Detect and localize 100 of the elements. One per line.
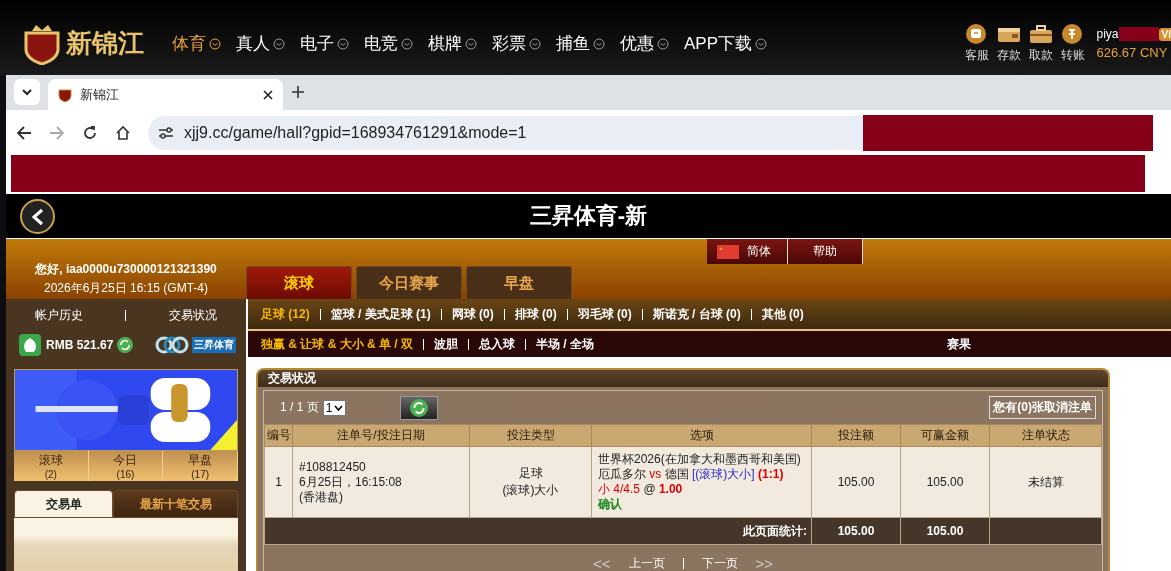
chevron-icon [401, 37, 413, 50]
table-cell: 105.00 [900, 446, 990, 518]
header-action[interactable]: 客服 [964, 23, 989, 64]
greeting: 您好, iaa0000u730000121321390 [35, 261, 217, 278]
sport-filter[interactable]: 羽毛球 (0) [577, 305, 632, 323]
sport-filter[interactable]: 排球 (0) [514, 305, 557, 323]
back-button[interactable] [16, 124, 32, 141]
header-action[interactable]: 取款 [1028, 23, 1053, 64]
page-title: 三昇体育-新 [529, 202, 648, 230]
home-icon [115, 124, 131, 141]
sidebar-tab[interactable]: 交易单 [14, 490, 113, 518]
market-count[interactable]: 滚球 (2) [14, 451, 89, 481]
cancelled-bets-button[interactable]: 您有(0)张取消注单 [989, 396, 1096, 419]
sport-filter[interactable]: 其他 (0) [761, 305, 804, 323]
nav-item[interactable]: 体育 [172, 32, 221, 55]
nav-item[interactable]: 真人 [236, 32, 285, 55]
nav-item[interactable]: 电竞 [364, 32, 413, 55]
table-cell: 未结算 [989, 446, 1102, 518]
sport-filter[interactable]: 斯诺克 / 台球 (0) [652, 305, 741, 323]
sidebar-tab[interactable]: 最新十笔交易 [113, 490, 238, 518]
total-label: 此页面统计: [264, 517, 812, 545]
close-icon[interactable] [263, 89, 273, 100]
nav-item[interactable]: 电子 [300, 32, 349, 55]
chevron-icon [21, 86, 33, 98]
help-button[interactable]: 帮助 [788, 239, 863, 264]
total-cell: 105.00 [900, 517, 990, 545]
column-header: 选项 [591, 424, 812, 447]
site-settings-icon[interactable] [158, 125, 174, 140]
sport-filter[interactable]: 篮球 / 美式足球 (1) [330, 305, 431, 323]
logo-text: 新锦江 [66, 27, 144, 60]
column-header: 注单号/投注日期 [292, 424, 470, 447]
market-tab[interactable]: 今日赛事 [356, 266, 462, 299]
page-info: 1 / 1 页 [280, 399, 319, 416]
total-cell: 105.00 [811, 517, 901, 545]
sidebar-link[interactable]: 帐户历史 [35, 306, 84, 324]
header-action[interactable]: 转账 [1060, 23, 1085, 64]
briefcase-icon [1028, 23, 1053, 45]
browser-tab[interactable]: 新锦江 [48, 79, 283, 110]
rings-icon [155, 336, 189, 354]
username: piya [1096, 27, 1119, 41]
back-button[interactable] [20, 199, 55, 234]
header-action[interactable]: 存款 [996, 23, 1021, 64]
market-tab[interactable]: 早盘 [466, 266, 572, 299]
chevron-icon [273, 37, 285, 50]
column-header: 编号 [264, 424, 293, 447]
shield-icon [58, 87, 72, 102]
page-select[interactable]: 1 [322, 399, 347, 416]
language-button[interactable]: 简体 [707, 239, 788, 264]
brand-name: 三昇体育 [192, 337, 236, 353]
prev-page-button[interactable]: 上一页 [628, 555, 665, 571]
chevron-icon [209, 37, 221, 50]
nav-item[interactable]: APP下载 [684, 32, 768, 55]
column-header: 投注额 [811, 424, 901, 447]
bet-type-filter[interactable]: 独赢 & 让球 & 大小 & 单 / 双 [261, 335, 413, 353]
chevron-icon [593, 37, 605, 50]
url-text: xjj9.cc/game/hall?gpid=168934761291&mode=1 [184, 123, 527, 142]
market-tab[interactable]: 滚球 [246, 266, 352, 299]
column-header: 注单状态 [989, 424, 1102, 447]
tab-title: 新锦江 [80, 85, 120, 104]
chat-icon [964, 23, 989, 45]
logo-icon [22, 22, 62, 65]
back-icon [16, 124, 32, 141]
sport-filter[interactable]: 足球 (12) [261, 305, 310, 323]
market-count[interactable]: 今日 (16) [88, 451, 164, 481]
chevron-icon [529, 37, 541, 50]
sidebar-link[interactable]: 交易状况 [168, 306, 217, 324]
bet-type-filter[interactable]: 总入球 [479, 335, 515, 353]
nav-item[interactable]: 捕鱼 [556, 32, 605, 55]
refresh-icon[interactable] [117, 337, 134, 353]
refresh-icon [410, 398, 429, 417]
date-time: 2026年6月25日 16:15 (GMT-4) [43, 280, 209, 297]
money-bag-icon [18, 333, 42, 357]
wallet-balance: RMB 521.67 [46, 338, 114, 352]
flag-icon [717, 244, 739, 259]
nav-item[interactable]: 彩票 [492, 32, 541, 55]
home-button[interactable] [115, 124, 131, 141]
chevron-icon [657, 37, 669, 50]
table-cell: 1 [264, 446, 293, 518]
redaction-bar [1118, 27, 1159, 41]
nav-item[interactable]: 棋牌 [428, 32, 477, 55]
nav-item[interactable]: 优惠 [620, 32, 669, 55]
account-balance: 626.67 CNY [1096, 45, 1169, 60]
bet-type-filter[interactable]: 半场 / 全场 [536, 335, 595, 353]
reload-button[interactable] [82, 124, 98, 141]
panel-title: 交易状况 [268, 370, 316, 387]
column-header: 投注类型 [469, 424, 592, 447]
market-count[interactable]: 早盘 (17) [163, 451, 238, 481]
reload-icon [82, 124, 98, 141]
refresh-button[interactable] [400, 395, 439, 420]
address-bar[interactable]: xjj9.cc/game/hall?gpid=168934761291&mode=1 [148, 115, 863, 150]
chevron-icon [337, 37, 349, 50]
table-cell: 105.00 [811, 446, 901, 518]
chevron-icon [465, 37, 477, 50]
caret-icon [334, 404, 344, 411]
sport-filter[interactable]: 网球 (0) [451, 305, 494, 323]
next-page-button[interactable]: 下一页 [701, 555, 738, 571]
tab-list-button[interactable] [14, 79, 40, 105]
bet-type-filter[interactable]: 波胆 [434, 335, 458, 353]
results-link[interactable]: 赛果 [947, 335, 971, 353]
table-cell: #108812450 6月25日，16:15:08 (香港盘) [292, 446, 470, 518]
